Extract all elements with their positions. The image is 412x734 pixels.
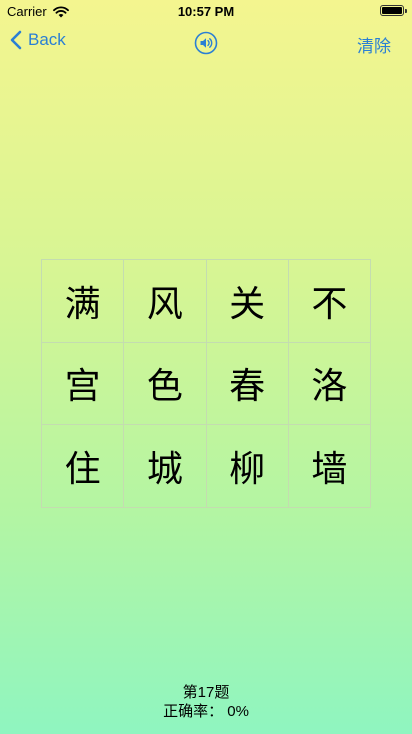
speaker-icon [194, 31, 218, 55]
question-number: 第17题 [182, 684, 230, 701]
character-grid: 满 风 关 不 宫 色 春 洛 住 城 柳 墙 [41, 259, 371, 508]
char-cell[interactable]: 春 [206, 342, 289, 426]
char-cell[interactable]: 城 [124, 425, 207, 508]
chevron-left-icon [10, 30, 22, 50]
char-cell[interactable]: 洛 [288, 342, 371, 426]
footer: 第17题 正确率： 0% [0, 683, 412, 721]
back-button[interactable]: Back [10, 30, 66, 50]
clear-button[interactable]: 清除 [357, 32, 391, 57]
char-cell[interactable]: 不 [288, 260, 371, 343]
status-time: 10:57 PM [177, 4, 235, 19]
char-cell[interactable]: 住 [42, 425, 125, 508]
back-label: Back [28, 30, 66, 49]
char-cell[interactable]: 色 [124, 342, 207, 426]
char-cell[interactable]: 宫 [42, 342, 125, 426]
char-cell[interactable]: 风 [124, 260, 207, 343]
char-cell[interactable]: 墙 [288, 425, 371, 508]
accuracy-rate: 正确率： 0% [163, 703, 249, 720]
battery-cap [405, 9, 407, 13]
status-bar: Carrier 10:57 PM [0, 0, 412, 22]
nav-bar: Back 清除 [0, 22, 412, 66]
char-cell[interactable]: 满 [42, 260, 125, 343]
battery-fill [382, 7, 402, 14]
char-cell[interactable]: 关 [206, 260, 289, 343]
speaker-button[interactable] [194, 31, 218, 55]
char-cell[interactable]: 柳 [206, 425, 289, 508]
battery-icon [380, 5, 407, 16]
